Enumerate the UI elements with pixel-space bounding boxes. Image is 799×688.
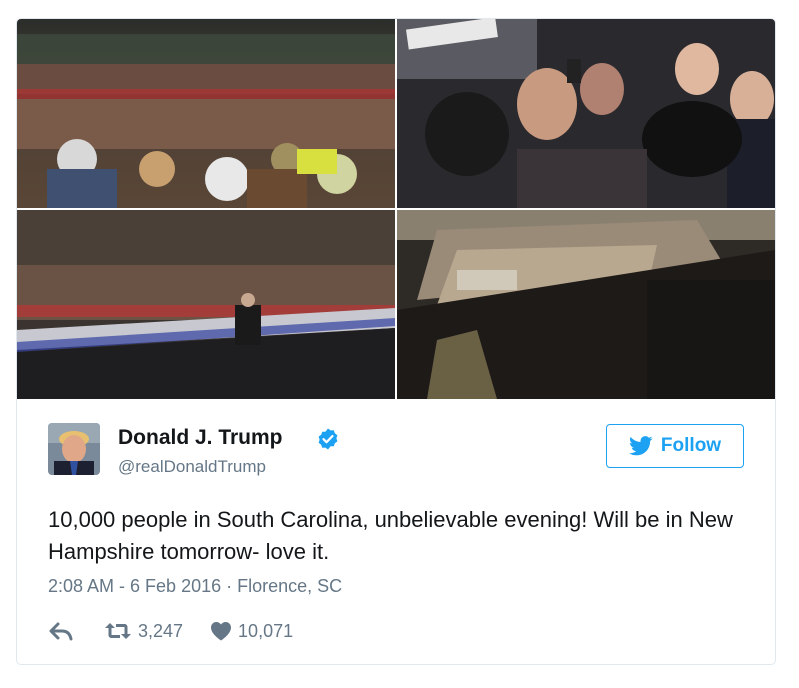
verified-badge-icon <box>318 428 338 450</box>
tweet-meta: 2:08 AM - 6 Feb 2016 · Florence, SC <box>48 576 342 597</box>
tweet-text: 10,000 people in South Carolina, unbelie… <box>48 507 733 564</box>
like-action[interactable]: 10,071 <box>210 621 293 642</box>
photo-grid[interactable] <box>17 19 775 399</box>
selfie-crowd-photo[interactable] <box>397 19 775 208</box>
retweet-count: 3,247 <box>138 620 184 641</box>
stage-speaker-photo[interactable] <box>17 210 395 399</box>
reply-icon <box>49 622 73 641</box>
follow-label: Follow <box>660 435 722 456</box>
retweet-action[interactable]: 3,247 <box>104 621 183 642</box>
arena-overview-photo[interactable] <box>397 210 775 399</box>
tweet-timestamp[interactable]: 2:08 AM - 6 Feb 2016 <box>48 576 221 596</box>
tweet-actions: 3,247 10,071 <box>48 619 293 643</box>
avatar[interactable] <box>48 423 100 475</box>
user-handle[interactable]: @realDonaldTrump <box>118 457 266 477</box>
embedded-tweet-card: Donald J. Trump @realDonaldTrump Follow … <box>16 18 776 665</box>
twitter-bird-icon <box>628 436 653 456</box>
tweet-location[interactable]: Florence, SC <box>237 576 342 596</box>
retweet-icon <box>105 623 131 639</box>
reply-action[interactable] <box>48 621 74 641</box>
arena-crowd-photo[interactable] <box>17 19 395 208</box>
display-name[interactable]: Donald J. Trump <box>118 426 283 450</box>
like-count: 10,071 <box>238 620 294 641</box>
heart-icon <box>211 622 232 641</box>
follow-button[interactable]: Follow <box>606 424 744 468</box>
meta-separator: · <box>221 576 238 596</box>
